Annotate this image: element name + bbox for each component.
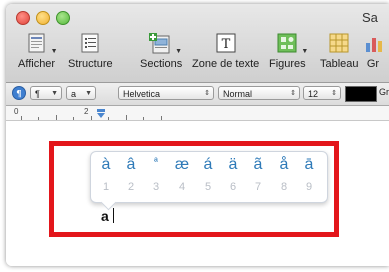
accent-option-7[interactable]: ã bbox=[247, 156, 269, 174]
accent-number-2: 2 bbox=[127, 181, 135, 193]
accent-option-8[interactable]: å bbox=[273, 156, 295, 174]
chevron-down-icon: ▼ bbox=[85, 90, 92, 97]
accent-option-6[interactable]: ä bbox=[222, 156, 244, 174]
shapes-icon: ▼ bbox=[274, 33, 308, 55]
svg-text:T: T bbox=[221, 37, 230, 52]
accent-option-3[interactable]: ª bbox=[145, 157, 167, 168]
sections-button[interactable]: ▼ Sections bbox=[140, 33, 182, 70]
textbox-button[interactable]: T Zone de texte bbox=[192, 33, 259, 70]
paragraph-symbol: ¶ bbox=[35, 89, 40, 99]
character-style-select[interactable]: a ▼ bbox=[66, 86, 96, 100]
accent-number-3: 3 bbox=[152, 181, 160, 193]
more-format-label: Gr bbox=[379, 87, 389, 97]
updown-arrows-icon: ⇕ bbox=[204, 90, 210, 97]
accent-option-2[interactable]: â bbox=[120, 156, 142, 174]
font-style-value: Normal bbox=[223, 89, 253, 99]
accent-number-6: 6 bbox=[229, 181, 237, 193]
font-family-select[interactable]: Helvetica ⇕ bbox=[118, 86, 214, 100]
accent-option-9[interactable]: ā bbox=[298, 156, 320, 174]
ruler-label-0: 0 bbox=[14, 107, 19, 116]
accent-number-8: 8 bbox=[280, 181, 288, 193]
accent-picker-popup: à â ª æ á ä ã å ā 1 2 3 4 5 6 7 8 9 bbox=[90, 151, 328, 211]
sections-icon: ▼ bbox=[148, 33, 182, 55]
chevron-down-icon: ▼ bbox=[51, 90, 58, 97]
zoom-button[interactable] bbox=[56, 11, 70, 25]
view-button[interactable]: ▼ Afficher bbox=[18, 33, 58, 70]
text-cursor bbox=[113, 208, 114, 223]
more-label: Gr bbox=[366, 58, 380, 70]
format-bar: ¶ ¶ ▼ a ▼ Helvetica ⇕ Normal ⇕ 12 ⇕ Gr bbox=[6, 83, 389, 106]
accent-number-7: 7 bbox=[254, 181, 262, 193]
ruler: 0 2 bbox=[6, 106, 389, 121]
styles-drawer-icon[interactable]: ¶ bbox=[12, 86, 26, 100]
text-color-well[interactable] bbox=[345, 86, 377, 102]
accent-number-1: 1 bbox=[102, 181, 110, 193]
title-toolbar-area: Sa ▼ Afficher Structure ▼ Sections T Zon… bbox=[6, 4, 389, 83]
chart-icon bbox=[364, 33, 382, 55]
view-label: Afficher bbox=[18, 58, 56, 70]
accent-number-5: 5 bbox=[204, 181, 212, 193]
table-label: Tableau bbox=[320, 58, 359, 70]
paragraph-style-select[interactable]: ¶ ▼ bbox=[30, 86, 62, 100]
character-style-value: a bbox=[71, 89, 77, 99]
more-button[interactable]: Gr bbox=[364, 33, 382, 70]
textbox-label: Zone de texte bbox=[192, 58, 260, 70]
accent-number-9: 9 bbox=[305, 181, 313, 193]
table-button[interactable]: Tableau bbox=[320, 33, 359, 70]
shapes-button[interactable]: ▼ Figures bbox=[269, 33, 308, 70]
typed-character: a bbox=[101, 208, 109, 224]
textbox-icon: T bbox=[214, 33, 238, 55]
shapes-label: Figures bbox=[269, 58, 306, 70]
accent-number-4: 4 bbox=[178, 181, 186, 193]
ruler-label-2: 2 bbox=[84, 107, 89, 116]
view-icon: ▼ bbox=[24, 33, 58, 55]
font-family-value: Helvetica bbox=[123, 89, 161, 99]
close-button[interactable] bbox=[16, 11, 30, 25]
window-title: Sa bbox=[362, 10, 378, 25]
sections-label: Sections bbox=[140, 58, 183, 70]
font-size-value: 12 bbox=[308, 89, 319, 99]
updown-arrows-icon: ⇕ bbox=[331, 90, 337, 97]
accent-option-5[interactable]: á bbox=[197, 156, 219, 174]
accent-option-1[interactable]: à bbox=[95, 156, 117, 174]
svg-text:¶: ¶ bbox=[16, 90, 22, 100]
updown-arrows-icon: ⇕ bbox=[290, 90, 296, 97]
minimize-button[interactable] bbox=[36, 11, 50, 25]
font-size-field[interactable]: 12 ⇕ bbox=[303, 86, 341, 100]
accent-option-4[interactable]: æ bbox=[171, 156, 193, 174]
table-icon bbox=[327, 33, 351, 55]
font-style-select[interactable]: Normal ⇕ bbox=[218, 86, 300, 100]
indent-marker-icon[interactable] bbox=[96, 109, 106, 119]
outline-icon bbox=[78, 33, 102, 55]
outline-label: Structure bbox=[68, 58, 113, 70]
outline-button[interactable]: Structure bbox=[68, 33, 113, 70]
